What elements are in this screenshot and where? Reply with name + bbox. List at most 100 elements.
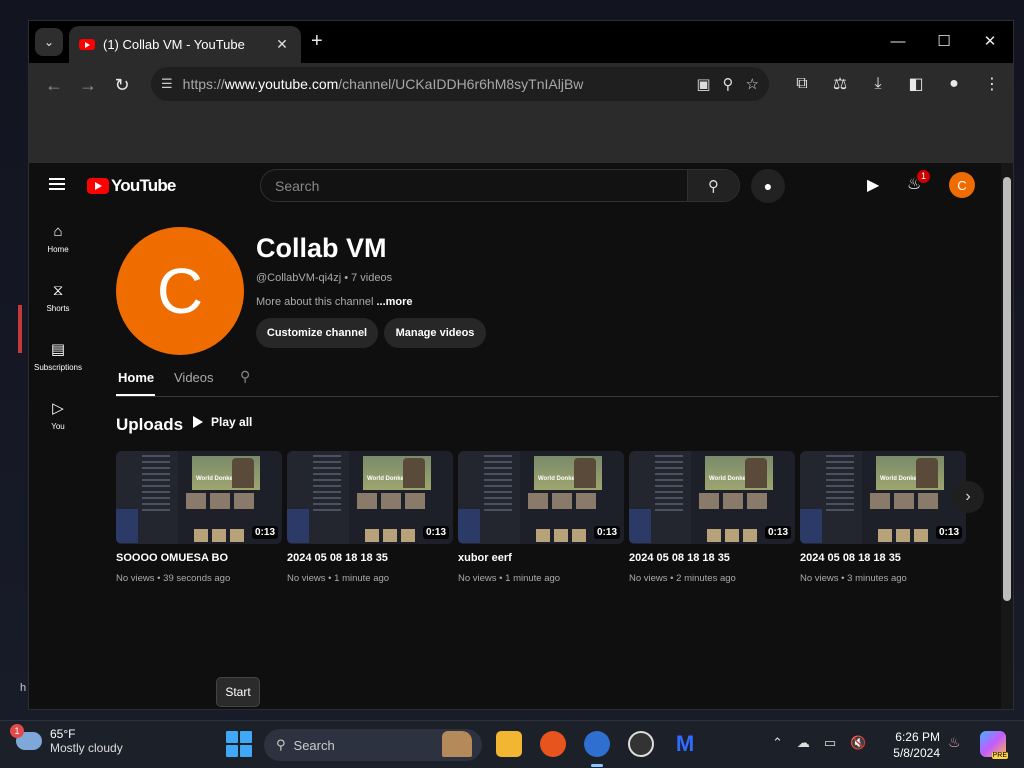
install-app-icon[interactable]: ▣	[696, 75, 710, 93]
channel-handle: @CollabVM-qi4zj	[256, 272, 342, 284]
toolbar-extension-area	[29, 107, 1013, 163]
display-icon[interactable]: ▭	[824, 735, 836, 751]
video-card[interactable]: World Donkey Day 0:13 SOOOO OMUESA BO No vi…	[116, 451, 282, 584]
video-card[interactable]: World Donkey Day 0:13 xubor eerf No views •…	[458, 451, 624, 584]
search-icon[interactable]: ⚲	[687, 170, 739, 201]
reload-button[interactable]: ↻	[105, 68, 139, 102]
customize-channel-button[interactable]: Customize channel	[256, 318, 378, 348]
video-title[interactable]: 2024 05 08 18 18 35	[287, 552, 453, 564]
malwarebytes-icon[interactable]: M	[672, 731, 698, 757]
video-card[interactable]: World Donkey Day 0:13 2024 05 08 18 18 35 N…	[800, 451, 966, 584]
video-card[interactable]: World Donkey Day 0:13 2024 05 08 18 18 35 N…	[287, 451, 453, 584]
video-thumbnail[interactable]: World Donkey Day 0:13	[800, 451, 966, 544]
weather-widget[interactable]: 1 65°F Mostly cloudy	[10, 724, 123, 755]
browser-toolbar: ← → ↻ ☰ https://www.youtube.com/channel/…	[29, 63, 1013, 107]
tab-title: (1) Collab VM - YouTube	[103, 37, 245, 52]
tab-videos[interactable]: Videos	[174, 370, 214, 385]
video-thumbnail[interactable]: World Donkey Day 0:13	[458, 451, 624, 544]
volume-muted-icon[interactable]: 🔇	[850, 735, 866, 751]
video-title[interactable]: 2024 05 08 18 18 35	[800, 552, 966, 564]
site-info-icon[interactable]: ☰	[161, 76, 173, 92]
taskbar-search[interactable]: ⚲ Search	[264, 729, 482, 761]
firefox-icon[interactable]	[540, 731, 566, 757]
shelf-next-arrow-icon[interactable]: ›	[952, 481, 984, 513]
video-title[interactable]: xubor eerf	[458, 552, 624, 564]
bookmark-star-icon[interactable]: ☆	[746, 75, 759, 93]
scrollbar-thumb[interactable]	[1003, 177, 1011, 601]
profile-icon[interactable]: ●	[939, 68, 969, 100]
cloud-icon: 1	[10, 724, 42, 750]
tab-home[interactable]: Home	[118, 370, 154, 385]
chevron-up-icon[interactable]: ⌃	[772, 735, 783, 751]
youtube-logo[interactable]: YouTube	[87, 176, 176, 196]
channel-search-icon[interactable]: ⚲	[240, 368, 250, 385]
video-duration: 0:13	[422, 526, 449, 539]
chrome-icon[interactable]	[584, 731, 610, 767]
video-duration: 0:13	[764, 526, 791, 539]
side-panel-icon[interactable]: ◧	[901, 68, 931, 100]
sidebar-item-home[interactable]: ⌂ Home	[29, 209, 87, 268]
maximize-button[interactable]: ☐	[921, 21, 967, 61]
video-meta: No views • 39 seconds ago	[116, 573, 231, 584]
channel-avatar[interactable]: C	[116, 227, 244, 355]
video-thumbnail[interactable]: World Donkey Day 0:13	[287, 451, 453, 544]
youtube-masthead: YouTube ⚲ ● ▶ ♨1 C	[29, 163, 1013, 209]
notification-bell-icon[interactable]: ♨	[948, 734, 961, 751]
taskbar: 1 65°F Mostly cloudy ⚲ Search M ⌃ ☁ ▭ 🔇 …	[0, 720, 1024, 768]
voice-search-icon[interactable]: ●	[751, 169, 785, 203]
page-scrollbar[interactable]	[1001, 163, 1013, 709]
play-all-button[interactable]: Play all	[193, 415, 252, 429]
labs-icon[interactable]: ⚖	[825, 68, 855, 100]
file-explorer-icon[interactable]	[496, 731, 522, 757]
obs-icon[interactable]	[628, 731, 654, 757]
sidebar-item-you[interactable]: ▷ You	[29, 386, 87, 445]
more-link[interactable]: ...more	[376, 296, 412, 308]
create-video-icon[interactable]: ▶	[867, 175, 879, 195]
browser-window: ⌄ (1) Collab VM - YouTube ✕ + — ☐ ✕ ← → …	[28, 20, 1014, 710]
account-avatar[interactable]: C	[949, 172, 975, 198]
channel-about[interactable]: More about this channel ...more	[256, 296, 413, 308]
video-card[interactable]: World Donkey Day 0:13 2024 05 08 18 18 35 N…	[629, 451, 795, 584]
video-thumbnail[interactable]: World Donkey Day 0:13	[116, 451, 282, 544]
notification-count-badge: 1	[917, 170, 931, 183]
video-meta: No views • 3 minutes ago	[800, 573, 907, 584]
start-tooltip: Start	[216, 677, 260, 707]
video-duration: 0:13	[593, 526, 620, 539]
notifications-bell-icon[interactable]: ♨ 1	[907, 170, 931, 194]
video-title[interactable]: 2024 05 08 18 18 35	[629, 552, 795, 564]
clock[interactable]: 6:26 PM 5/8/2024	[880, 729, 940, 761]
minimize-button[interactable]: —	[875, 21, 921, 61]
download-icon[interactable]: ⤓	[863, 68, 893, 100]
new-tab-button[interactable]: +	[311, 31, 323, 51]
tab-close-icon[interactable]: ✕	[273, 36, 291, 53]
url-text[interactable]: https://www.youtube.com/channel/UCKaIDDH…	[183, 76, 697, 92]
close-window-button[interactable]: ✕	[967, 21, 1013, 61]
tab-youtube[interactable]: (1) Collab VM - YouTube ✕	[69, 26, 301, 63]
desktop-edge-letter: h	[20, 682, 27, 694]
forward-button[interactable]: →	[71, 68, 105, 102]
menu-kebab-icon[interactable]: ⋮	[977, 68, 1007, 100]
video-title[interactable]: SOOOO OMUESA BO	[116, 552, 282, 564]
subscriptions-icon: ▤	[50, 340, 66, 358]
manage-videos-button[interactable]: Manage videos	[384, 318, 486, 348]
sidebar-item-shorts[interactable]: ⧖ Shorts	[29, 268, 87, 327]
back-button[interactable]: ←	[37, 68, 71, 102]
tab-search-button[interactable]: ⌄	[35, 28, 63, 56]
youtube-favicon-icon	[79, 39, 95, 50]
video-meta: No views • 2 minutes ago	[629, 573, 736, 584]
address-bar[interactable]: ☰ https://www.youtube.com/channel/UCKaID…	[151, 67, 769, 101]
extensions-icon[interactable]: ⧉	[787, 68, 817, 100]
search-highlight-donkey-icon	[442, 731, 472, 757]
guide-menu-icon[interactable]	[49, 178, 65, 190]
copilot-icon[interactable]: PRE	[980, 731, 1008, 759]
video-thumbnail[interactable]: World Donkey Day 0:13	[629, 451, 795, 544]
youtube-search-input[interactable]	[261, 170, 687, 201]
uploads-heading[interactable]: Uploads	[116, 415, 183, 435]
windows-start-icon[interactable]	[226, 731, 252, 757]
zoom-icon[interactable]: ⚲	[723, 75, 734, 93]
desktop-edge-marker	[18, 305, 22, 353]
channel-video-count: 7 videos	[351, 272, 393, 284]
cloud-sync-icon[interactable]: ☁	[797, 735, 810, 751]
youtube-mini-guide: ⌂ Home ⧖ Shorts ▤ Subscriptions ▷ You	[29, 209, 87, 445]
sidebar-item-subscriptions[interactable]: ▤ Subscriptions	[29, 327, 87, 386]
